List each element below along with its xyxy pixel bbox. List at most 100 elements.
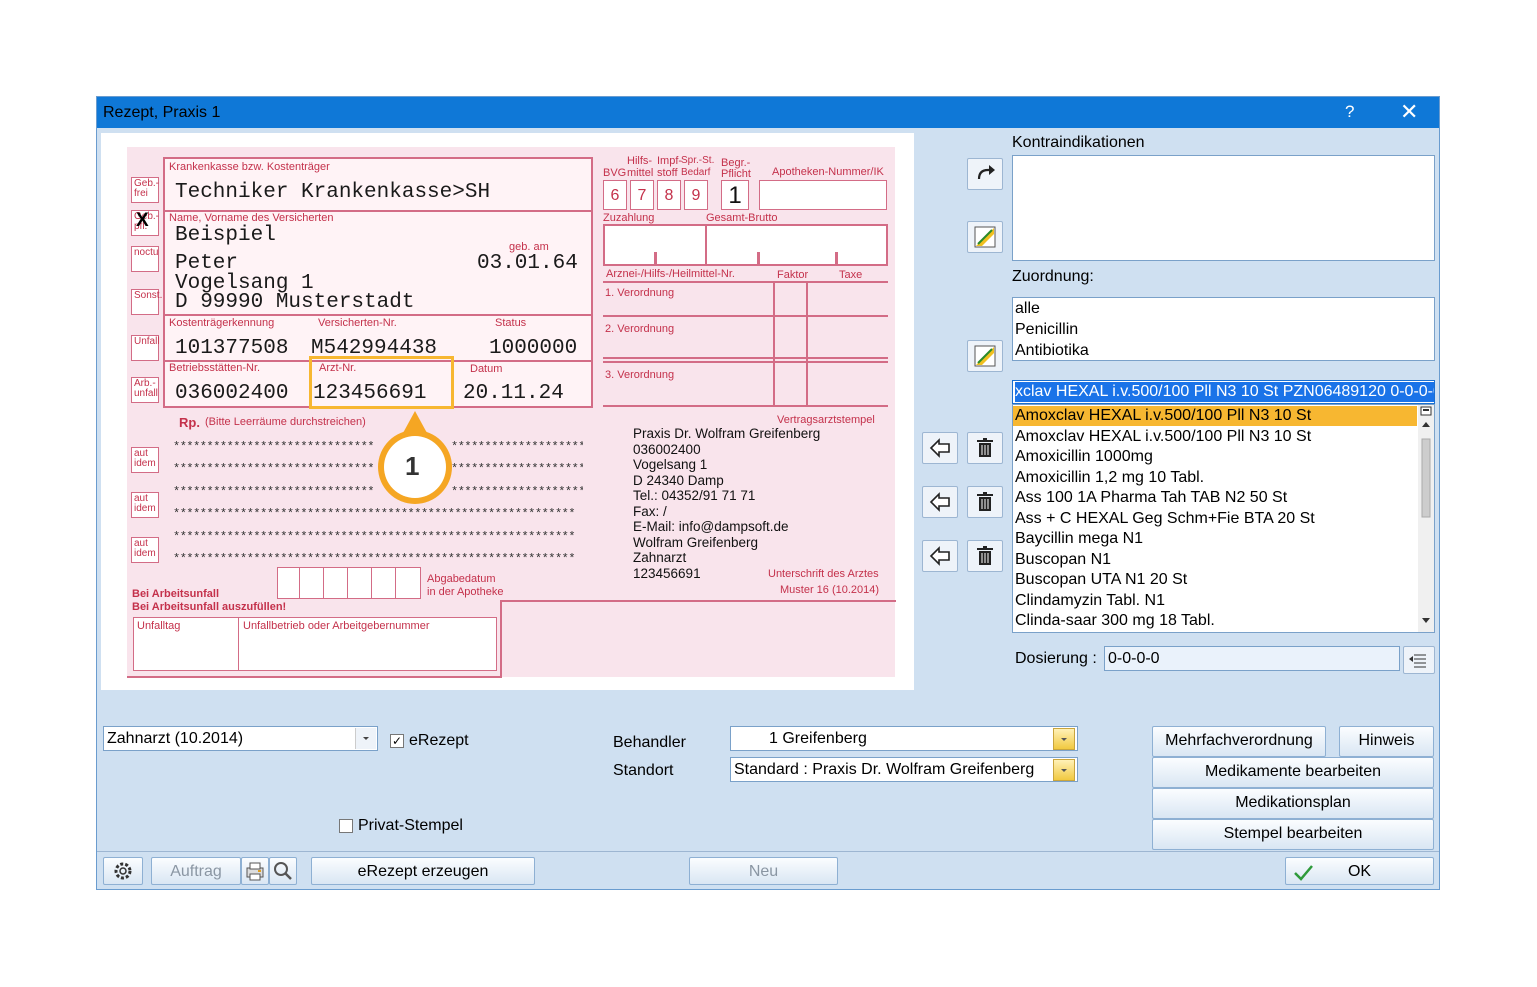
list-item[interactable]: Buscopan UTA N1 20 St [1015, 570, 1187, 590]
strike-line-4: ****************************************… [173, 504, 583, 522]
unfalltag-label: Unfalltag [137, 620, 181, 632]
kontraindikationen-box[interactable] [1012, 155, 1435, 261]
status-value[interactable]: 1000000 [489, 337, 577, 360]
bs-label: Betriebsstätten-Nr. [169, 362, 261, 374]
list-item[interactable]: Antibiotika [1015, 341, 1089, 361]
stempel-bearbeiten-button[interactable]: Stempel bearbeiten [1152, 819, 1434, 850]
list-item[interactable]: Amoxicillin 1000mg [1015, 447, 1153, 467]
list-item[interactable]: Amoxicillin 1,2 mg 10 Tabl. [1015, 468, 1204, 488]
delete-verordnung-3-button[interactable] [967, 540, 1003, 572]
medication-list[interactable]: Amoxclav HEXAL i.v.500/100 Pll N3 10 St … [1012, 404, 1435, 633]
begr-pflicht-box[interactable]: 1 [721, 180, 749, 210]
list-item[interactable]: Amoxclav HEXAL i.v.500/100 Pll N3 10 St [1015, 406, 1311, 426]
hinweis-button[interactable]: Hinweis [1339, 726, 1434, 757]
hilfsmittel-box[interactable]: 7 [630, 180, 654, 210]
aut-idem-checkbox-3[interactable]: aut idem [131, 537, 159, 563]
list-scrollbar[interactable] [1418, 405, 1434, 632]
unfall-checkbox[interactable]: Unfall [131, 335, 160, 361]
insert-verordnung-3-button[interactable] [922, 540, 958, 572]
medikamente-bearbeiten-button[interactable]: Medikamente bearbeiten [1152, 757, 1434, 788]
stamp-line: Wolfram Greifenberg [633, 534, 759, 550]
arbeitsunfall-checkbox[interactable]: Arb.-unfall [131, 377, 159, 403]
verordnung-1[interactable]: 1. Verordnung [605, 287, 674, 299]
privat-stempel-checkbox[interactable] [339, 819, 353, 833]
title-bar[interactable]: Rezept, Praxis 1 ? ✕ [97, 97, 1439, 128]
list-item[interactable]: Amoxclav HEXAL i.v.500/100 Pll N3 10 St [1015, 427, 1311, 447]
ifap-zuordnung-button[interactable] [967, 340, 1003, 372]
footer-divider [97, 851, 1439, 852]
arrow-left-icon [929, 492, 950, 512]
aut-idem-checkbox-1[interactable]: aut idem [131, 447, 159, 473]
list-item[interactable]: Buscopan N1 [1015, 550, 1111, 570]
sonst-checkbox[interactable]: Sonst. [131, 289, 162, 315]
geb-frei-checkbox[interactable]: Geb.-frei [131, 177, 159, 203]
chevron-down-icon[interactable] [355, 728, 376, 749]
medikationsplan-button[interactable]: Medikationsplan [1152, 788, 1434, 819]
vorlage-select[interactable]: Zahnarzt (10.2014) [103, 726, 378, 751]
noctu-checkbox[interactable]: noctu [131, 246, 159, 272]
copy-right-button[interactable] [967, 158, 1003, 190]
divider [603, 281, 888, 283]
verordnung-2[interactable]: 2. Verordnung [605, 323, 674, 335]
dosierung-input[interactable]: 0-0-0-0 [1104, 646, 1400, 671]
trash-icon [977, 438, 993, 457]
zuzahlung-grid[interactable] [603, 224, 888, 266]
city[interactable]: D 99990 Musterstadt [175, 291, 414, 314]
impfstoff-box[interactable]: 8 [657, 180, 681, 210]
ifap-kontra-button[interactable] [967, 221, 1003, 253]
ok-button[interactable]: OK [1285, 857, 1434, 885]
bvg-box[interactable]: 6 [603, 180, 627, 210]
window-title: Rezept, Praxis 1 [103, 104, 221, 121]
birth-date[interactable]: 03.01.64 [477, 252, 578, 275]
printer-icon [246, 862, 264, 881]
divider [603, 357, 888, 359]
trash-icon [977, 492, 993, 511]
list-item[interactable]: Clindamyzin Tabl. N1 [1015, 591, 1165, 611]
standort-select[interactable]: Standard : Praxis Dr. Wolfram Greifenber… [730, 757, 1078, 782]
delete-verordnung-2-button[interactable] [967, 486, 1003, 518]
chevron-down-icon [1061, 738, 1067, 741]
sprst-box[interactable]: 9 [684, 180, 708, 210]
behandler-select[interactable]: 1 Greifenberg [730, 726, 1078, 751]
verordnung-3[interactable]: 3. Verordnung [605, 369, 674, 381]
datum-value[interactable]: 20.11.24 [463, 382, 564, 405]
print-button[interactable] [241, 857, 269, 885]
aut-idem-checkbox-2[interactable]: aut idem [131, 492, 159, 518]
zuordnung-list[interactable]: alle Penicillin Antibiotika [1012, 297, 1435, 361]
list-item[interactable]: alle [1015, 299, 1040, 319]
behandler-dropdown-button[interactable] [1053, 728, 1075, 750]
list-item[interactable]: Penicillin [1015, 320, 1078, 340]
abgabe-label-1: Abgabedatum [427, 573, 496, 585]
help-icon[interactable]: ? [1345, 102, 1354, 122]
last-name[interactable]: Beispiel [175, 224, 276, 247]
insert-verordnung-2-button[interactable] [922, 486, 958, 518]
check-mark-icon: X [136, 210, 149, 231]
kasse-value[interactable]: Techniker Krankenkasse>SH [175, 181, 490, 204]
neu-button[interactable]: Neu [689, 857, 838, 885]
muster-label: Muster 16 (10.2014) [780, 584, 880, 596]
search-button[interactable] [269, 857, 297, 885]
insert-verordnung-1-button[interactable] [922, 432, 958, 464]
close-icon[interactable]: ✕ [1400, 99, 1418, 125]
erezept-checkbox[interactable]: ✓ [390, 734, 404, 748]
kt-value[interactable]: 101377508 [175, 337, 288, 360]
standort-dropdown-button[interactable] [1053, 759, 1075, 781]
list-item[interactable]: Ass + C HEXAL Geg Schm+Fie BTA 20 St [1015, 509, 1315, 529]
stars: ****************************************… [451, 462, 583, 476]
auftrag-button[interactable]: Auftrag [151, 857, 241, 885]
list-item[interactable]: Baycillin mega N1 [1015, 529, 1143, 549]
apotheken-nummer-box[interactable] [759, 180, 887, 210]
bs-value[interactable]: 036002400 [175, 382, 288, 405]
apo-label: Apotheken-Nummer/IK [772, 166, 884, 178]
delete-verordnung-1-button[interactable] [967, 432, 1003, 464]
tick [835, 252, 838, 264]
list-item[interactable]: Clinda-saar 300 mg 18 Tabl. [1015, 611, 1215, 631]
list-item[interactable]: Ass 100 1A Pharma Tah TAB N2 50 St [1015, 488, 1287, 508]
chevron-down-icon [1061, 769, 1067, 772]
mehrfachverordnung-button[interactable]: Mehrfachverordnung [1152, 726, 1326, 757]
medication-search-input[interactable]: xclav HEXAL i.v.500/100 Pll N3 10 St PZN… [1012, 380, 1435, 404]
stamp-line: D 24340 Damp [633, 472, 724, 488]
settings-button[interactable] [103, 857, 143, 885]
erezept-erzeugen-button[interactable]: eRezept erzeugen [311, 857, 535, 885]
dosierung-list-button[interactable] [1403, 646, 1435, 674]
